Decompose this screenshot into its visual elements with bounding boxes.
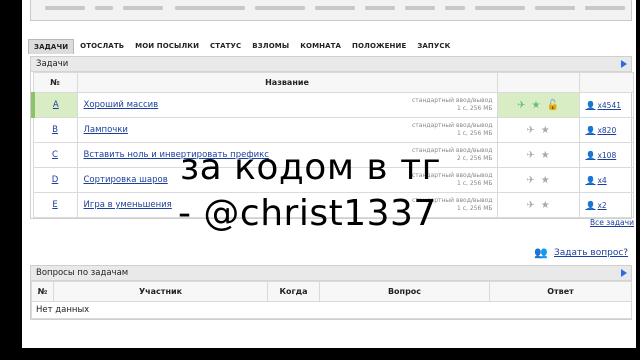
problem-letter[interactable]: A — [31, 92, 78, 118]
problem-name-link[interactable]: Хороший массив — [84, 100, 159, 110]
user-icon: 👤 — [585, 125, 596, 135]
submit-icon[interactable]: ✈ — [526, 125, 534, 136]
problems-panel-header: Задачи — [31, 57, 631, 72]
lock-icon: 🔓 — [546, 99, 559, 111]
tab-standings[interactable]: ПОЛОЖЕНИЕ — [347, 39, 411, 53]
problem-name-link[interactable]: Игра в уменьшения — [84, 200, 172, 210]
problem-limits: стандартный ввод/вывод 1 с, 256 МБ — [411, 122, 493, 137]
questions-panel-title: Вопросы по задачам — [36, 268, 129, 278]
tab-room[interactable]: КОМНАТА — [295, 39, 346, 53]
no-data-text: Нет данных — [31, 301, 632, 319]
tab-status[interactable]: СТАТУС — [205, 39, 246, 53]
tab-problems[interactable]: ЗАДАЧИ — [28, 38, 75, 54]
questions-panel-header: Вопросы по задачам — [31, 266, 631, 281]
questions-table: № Участник Когда Вопрос Ответ Нет данных — [31, 281, 632, 319]
problem-name-link[interactable]: Лампочки — [84, 125, 128, 135]
tab-hacks[interactable]: ВЗЛОМЫ — [247, 39, 294, 53]
tab-submit[interactable]: ОТОСЛАТЬ — [75, 39, 129, 53]
column-name: Название — [76, 72, 498, 93]
submit-icon[interactable]: ✈ — [517, 100, 525, 111]
solvers-count[interactable]: x820 — [597, 126, 616, 135]
problem-letter[interactable]: B — [32, 117, 78, 143]
empty-row: Нет данных — [31, 301, 632, 319]
column-answer: Ответ — [489, 281, 632, 302]
problem-letter[interactable]: E — [32, 192, 78, 218]
expand-arrow-icon[interactable] — [621, 269, 627, 277]
problem-letter[interactable]: C — [32, 142, 78, 168]
problems-table-header: № Название — [32, 72, 634, 93]
questions-panel: Вопросы по задачам № Участник Когда Вопр… — [30, 265, 632, 320]
column-question: Вопрос — [319, 281, 490, 302]
column-number: № — [32, 72, 78, 93]
top-navigation-cutoff — [30, 0, 632, 21]
problem-row: A Хороший массив стандартный ввод/вывод 1… — [31, 92, 634, 118]
ask-question-link[interactable]: Задать вопрос? — [554, 248, 628, 258]
problems-panel-title: Задачи — [36, 59, 69, 69]
users-question-icon: 👥 — [534, 246, 548, 259]
problem-name-link[interactable]: Сортировка шаров — [84, 175, 168, 185]
questions-table-header: № Участник Когда Вопрос Ответ — [31, 281, 632, 302]
tab-run[interactable]: ЗАПУСК — [412, 39, 455, 53]
column-participant: Участник — [53, 281, 268, 302]
expand-arrow-icon[interactable] — [621, 60, 627, 68]
column-number: № — [31, 281, 54, 302]
star-icon[interactable]: ★ — [531, 100, 540, 111]
problem-letter[interactable]: D — [32, 167, 78, 193]
contest-tabs: ЗАДАЧИ ОТОСЛАТЬ МОИ ПОСЫЛКИ СТАТУС ВЗЛОМ… — [28, 38, 456, 54]
tab-my-submissions[interactable]: МОИ ПОСЫЛКИ — [130, 39, 204, 53]
overlay-caption-line2: - @christ1337 — [178, 193, 437, 234]
solvers-count[interactable]: x4541 — [597, 101, 621, 110]
user-icon: 👤 — [585, 100, 596, 110]
overlay-caption-line1: за кодом в тг — [180, 147, 441, 188]
problem-row: B Лампочки стандартный ввод/вывод 1 с, 25… — [32, 117, 634, 143]
problem-limits: стандартный ввод/вывод 1 с, 256 МБ — [411, 97, 493, 112]
column-when: Когда — [267, 281, 320, 302]
star-icon[interactable]: ★ — [541, 125, 550, 136]
